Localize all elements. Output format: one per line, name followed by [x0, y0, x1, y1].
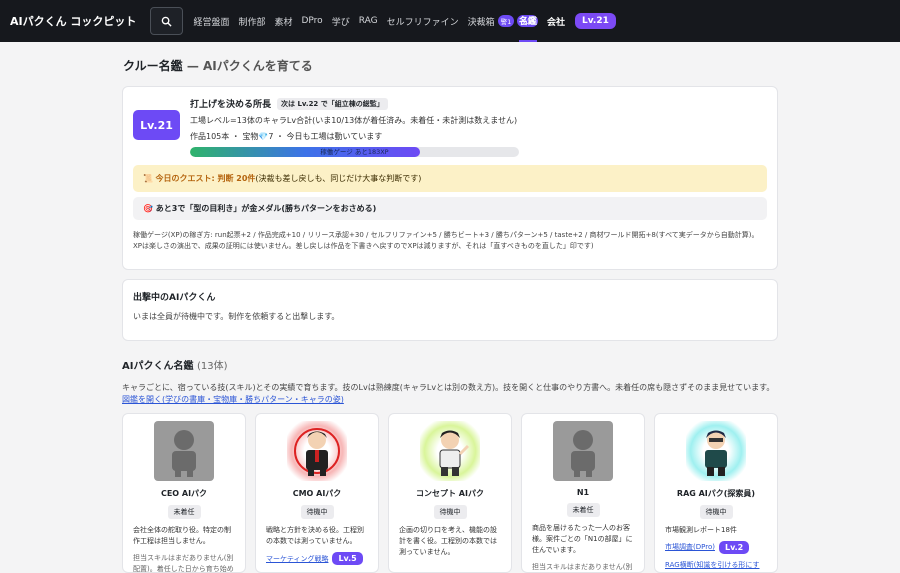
- skill-level-chip: Lv.5: [332, 552, 363, 566]
- medal-hint: 🎯 あと3で「型の目利き」が金メダル(勝ちパターンをおさめる): [133, 197, 767, 220]
- crew-description: 会社全体の舵取り役。特定の制作工程は担当しません。: [133, 525, 231, 545]
- factory-level-badge: Lv.21: [133, 110, 180, 140]
- roster-description: キャラごとに、宿っている技(スキル)とその実績で育ちます。技のLvは熟練度(キャ…: [122, 382, 778, 407]
- character-silhouette-icon: [172, 429, 196, 477]
- top-navigation-bar: AIパクくん コックピット 経営盤面 制作部 素材 DPro 学び RAG セル…: [0, 0, 900, 42]
- nav-item-materials[interactable]: 素材: [274, 15, 292, 28]
- crew-status: 待機中: [300, 504, 334, 519]
- crew-description: 戦略と方針を決める役。工程別の本数では測っていません。: [266, 525, 364, 545]
- factory-profile-card: Lv.21 打上げを決める所長 次は Lv.22 で「組立棟の総監」 工場レベル…: [122, 86, 778, 270]
- crew-description: 商品を届けるたった一人のお客様。案件ごとの「N1の部屋」に住んでいます。: [532, 523, 633, 555]
- app-brand[interactable]: AIパクくん コックピット: [10, 13, 136, 29]
- crew-avatar: [287, 420, 347, 481]
- roster-title-text: AIパクくん名鑑: [122, 361, 194, 372]
- page-title-main: クルー名鑑: [123, 59, 183, 73]
- next-rank-tag: 次は Lv.22 で「組立棟の総監」: [277, 97, 388, 110]
- crew-name: コンセプト AIパク: [416, 488, 484, 498]
- search-icon: [162, 16, 173, 27]
- crew-avatar: [553, 420, 613, 481]
- crew-card-n1[interactable]: N1 未着任 商品を届けるたった一人のお客様。案件ごとの「N1の部屋」に住んでい…: [521, 412, 645, 573]
- crew-description: 企画の切り口を考え、機能の設計を書く役。工程別の本数では測っていません。: [399, 525, 497, 557]
- crew-description: 市場観測レポート18件: [665, 525, 737, 534]
- dispatch-title: 出撃中のAIパクくん: [133, 293, 216, 303]
- crew-card-ceo[interactable]: CEO AIパク 未着任 会社全体の舵取り役。特定の制作工程は担当しません。 担…: [122, 412, 246, 573]
- nav-item-rag[interactable]: RAG: [359, 16, 378, 26]
- crew-card-list: CEO AIパク 未着任 会社全体の舵取り役。特定の制作工程は担当しません。 担…: [122, 412, 778, 573]
- scroll-icon: 📜: [143, 174, 153, 183]
- skill-link[interactable]: マーケティング戦略: [266, 554, 328, 564]
- skill-level-chip: Lv.2: [718, 540, 750, 554]
- page-title-sub: — AIパクくんを育てる: [186, 59, 313, 73]
- nav-item-dashboard[interactable]: 経営盤面: [193, 15, 229, 28]
- crew-skill-row: マーケティング戦略 Lv.5: [266, 552, 368, 566]
- crew-avatar: [686, 420, 746, 481]
- factory-stats: 作品105本 ・ 宝物💎7 ・ 今日も工場は動いています: [190, 132, 383, 141]
- medal-hint-text: あと3で「型の目利き」が金メダル(勝ちパターンをおさめる): [155, 204, 377, 213]
- crew-avatar: [154, 420, 214, 481]
- character-concept-icon: [439, 430, 470, 476]
- main-nav: 経営盤面 制作部 素材 DPro 学び RAG セルフリファイン 決裁箱 警1 …: [193, 15, 539, 28]
- crew-card-cmo[interactable]: CMO AIパク 待機中 戦略と方針を決める役。工程別の本数では測っていません。…: [255, 412, 379, 573]
- crew-name: N1: [576, 487, 590, 497]
- crew-name: CMO AIパク: [292, 488, 342, 498]
- rank-title: 打上げを決める所長: [190, 100, 272, 110]
- level-pill[interactable]: Lv.21: [575, 13, 616, 29]
- crew-status: 待機中: [433, 504, 467, 519]
- nav-item-production[interactable]: 制作部: [238, 15, 265, 28]
- crew-skill-row: 市場調査(DPro) Lv.2: [665, 540, 767, 554]
- crew-skill-note: 担当スキルはまだありません(別: [532, 563, 633, 572]
- crew-card-concept[interactable]: コンセプト AIパク 待機中 企画の切り口を考え、機能の設計を書く役。工程別の本…: [388, 412, 512, 573]
- character-silhouette-icon: [571, 429, 595, 477]
- crew-avatar: [420, 420, 480, 481]
- crew-status: 待機中: [699, 504, 733, 519]
- xp-progress-bar: 稼働ゲージ あと183XP: [190, 147, 519, 157]
- roster-count: (13体): [196, 361, 228, 372]
- quest-highlight: 判断 20件: [217, 174, 256, 183]
- open-encyclopedia-link[interactable]: 図鑑を開く(学びの書庫・宝物庫・勝ちパターン・キャラの姿): [122, 395, 344, 404]
- right-nav: 名鑑 会社 Lv.21: [519, 0, 616, 42]
- dispatch-text: いまは全員が待機中です。制作を依頼すると出撃します。: [133, 312, 340, 321]
- xp-progress-label: 稼働ゲージ あと183XP: [320, 148, 389, 156]
- crew-skill-note: 担当スキルはまだありません(別配置)。着任した日から育ち始め: [133, 554, 234, 573]
- character-rag-icon: [705, 430, 727, 476]
- roster-desc-text: キャラごとに、宿っている技(スキル)とその実績で育ちます。技のLvは熟練度(キャ…: [122, 383, 775, 392]
- roster-title: AIパクくん名鑑 (13体): [122, 357, 778, 372]
- dispatch-card: 出撃中のAIパクくん いまは全員が待機中です。制作を依頼すると出撃します。: [122, 279, 778, 341]
- page-title: クルー名鑑 — AIパクくんを育てる: [123, 57, 778, 74]
- crew-name: CEO AIパク: [160, 488, 208, 498]
- crew-card-rag[interactable]: RAG AIパク(探索員) 待機中 市場観測レポート18件 市場調査(DPro)…: [654, 412, 778, 573]
- warning-count-badge: 警1: [497, 15, 515, 27]
- factory-level-description: 工場レベル=13体のキャラLv合計(いま10/13体が着任済み。未着任・未計測は…: [190, 116, 518, 125]
- decision-box-label: 決裁箱: [467, 17, 495, 28]
- crew-name: RAG AIパク(探索員): [676, 488, 756, 498]
- daily-quest-banner: 📜 今日のクエスト: 判断 20件(決裁も差し戻しも、同じだけ大事な判断です): [133, 165, 767, 192]
- main-content: クルー名鑑 — AIパクくんを育てる Lv.21 打上げを決める所長 次は Lv…: [122, 42, 778, 573]
- search-button[interactable]: [150, 7, 184, 35]
- quest-prefix: 今日のクエスト:: [155, 174, 218, 183]
- nav-item-dpro[interactable]: DPro: [301, 16, 322, 26]
- skill-link[interactable]: 市場調査(DPro): [665, 542, 715, 552]
- nav-item-roster[interactable]: 名鑑: [519, 0, 538, 42]
- character-cmo-icon: [294, 427, 340, 476]
- target-icon: 🎯: [143, 204, 153, 213]
- quest-suffix: (決裁も差し戻しも、同じだけ大事な判断です): [255, 174, 422, 183]
- nav-item-self-refine[interactable]: セルフリファイン: [387, 15, 459, 28]
- nav-item-learning[interactable]: 学び: [332, 15, 350, 28]
- xp-explanation: 稼働ゲージ(XP)の稼ぎ方: run起票+2 / 作品完成+10 / リリース承…: [133, 231, 759, 251]
- crew-status: 未着任: [167, 504, 201, 519]
- nav-item-company[interactable]: 会社: [547, 0, 565, 42]
- crew-status: 未着任: [566, 502, 600, 517]
